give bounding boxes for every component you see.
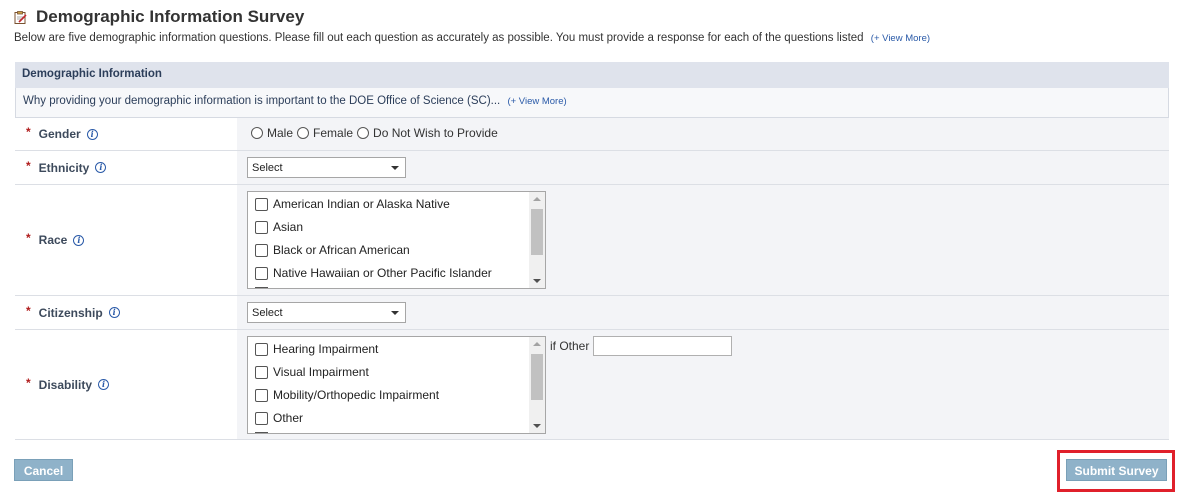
race-option-label: Asian — [273, 220, 304, 234]
citizenship-field-cell: Select — [237, 296, 1169, 329]
required-marker: * — [26, 375, 31, 390]
info-icon[interactable]: i — [95, 162, 107, 173]
disability-option-label: Other — [273, 411, 304, 425]
checkbox[interactable] — [255, 388, 268, 402]
race-option-asian[interactable]: Asian — [255, 220, 303, 234]
disability-label: Disability — [38, 377, 93, 392]
intro-view-more-link[interactable]: (+ View More) — [871, 33, 930, 44]
scroll-up-arrow-icon[interactable] — [533, 342, 541, 346]
required-marker: * — [26, 303, 31, 318]
disability-row: * Disability i Hearing Impairment Visual… — [15, 330, 1169, 440]
checkbox[interactable] — [255, 266, 268, 280]
gender-field-cell: Male Female Do Not Wish to Provide — [237, 118, 1169, 150]
required-marker: * — [26, 231, 31, 245]
race-label-cell: * Race i — [15, 185, 237, 295]
ethnicity-field-cell: Select — [237, 151, 1169, 184]
disability-option-visual[interactable]: Visual Impairment — [255, 365, 369, 379]
gender-option-male[interactable]: Male — [251, 126, 293, 140]
info-icon[interactable]: i — [86, 128, 98, 140]
info-icon[interactable]: i — [73, 234, 85, 246]
gender-option-label: Female — [313, 126, 354, 140]
checkbox[interactable] — [255, 287, 268, 288]
required-marker: * — [26, 158, 31, 173]
required-marker: * — [26, 125, 31, 139]
race-option-label: Native Hawaiian or Other Pacific Islande… — [273, 266, 492, 280]
disability-option-label: Mobility/Orthopedic Impairment — [273, 388, 440, 402]
checkbox[interactable] — [255, 243, 268, 257]
if-other-label: if Other — [550, 339, 590, 353]
disability-field-cell: Hearing Impairment Visual Impairment Mob… — [237, 330, 1169, 439]
disability-scrollbar[interactable] — [529, 337, 545, 433]
race-option-label: American Indian or Alaska Native — [273, 197, 450, 211]
ethnicity-label-cell: * Ethnicity i — [15, 151, 237, 184]
citizenship-label-cell: * Citizenship i — [15, 296, 237, 329]
race-option-black[interactable]: Black or African American — [255, 243, 410, 257]
checkbox[interactable] — [255, 197, 268, 211]
radio-button[interactable] — [357, 127, 370, 139]
citizenship-select[interactable]: Select — [247, 302, 406, 323]
gender-radio-group: Male Female Do Not Wish to Provide — [251, 126, 502, 140]
section-view-more-link[interactable]: (+ View More) — [507, 96, 566, 107]
info-icon[interactable]: i — [108, 307, 120, 318]
disability-option-label: Hearing Impairment — [273, 342, 379, 356]
disability-listbox[interactable]: Hearing Impairment Visual Impairment Mob… — [247, 336, 546, 434]
demographic-panel: Demographic Information Why providing yo… — [15, 62, 1169, 440]
disability-option-other[interactable]: Other — [255, 411, 303, 425]
race-option-label: Black or African American — [273, 243, 410, 257]
citizenship-label: Citizenship — [38, 305, 103, 320]
radio-button[interactable] — [251, 127, 263, 139]
scroll-down-arrow-icon[interactable] — [533, 279, 541, 283]
if-other-input[interactable] — [593, 336, 732, 356]
checkbox[interactable] — [255, 220, 268, 234]
section-title: Demographic Information — [15, 62, 1169, 88]
intro-text: Below are five demographic information q… — [14, 32, 864, 44]
chevron-down-icon — [391, 311, 399, 315]
scroll-thumb[interactable] — [531, 354, 543, 400]
submit-survey-button[interactable]: Submit Survey — [1066, 459, 1167, 481]
disability-option-label: Visual Impairment — [273, 365, 369, 379]
ethnicity-label: Ethnicity — [38, 160, 90, 175]
checkbox[interactable] — [255, 432, 268, 433]
gender-label: Gender — [38, 127, 81, 141]
section-subtitle-bar: Why providing your demographic informati… — [15, 88, 1169, 118]
survey-title: Demographic Information Survey — [14, 6, 304, 28]
intro-text-line: Below are five demographic information q… — [14, 32, 930, 44]
race-scrollbar[interactable] — [529, 192, 545, 288]
info-icon[interactable]: i — [98, 379, 110, 390]
chevron-down-icon — [391, 166, 399, 170]
gender-option-do-not-wish[interactable]: Do Not Wish to Provide — [357, 126, 498, 140]
gender-option-label: Male — [267, 126, 294, 140]
disability-label-cell: * Disability i — [15, 330, 237, 439]
race-row: * Race i American Indian or Alaska Nativ… — [15, 185, 1169, 296]
checkbox[interactable] — [255, 342, 268, 356]
checkbox[interactable] — [255, 365, 268, 379]
race-field-cell: American Indian or Alaska Native Asian B… — [237, 185, 1169, 295]
scroll-down-arrow-icon[interactable] — [533, 424, 541, 428]
disability-option-mobility[interactable]: Mobility/Orthopedic Impairment — [255, 388, 439, 402]
citizenship-row: * Citizenship i Select — [15, 296, 1169, 330]
survey-clipboard-icon — [14, 10, 27, 24]
scroll-up-arrow-icon[interactable] — [533, 197, 541, 201]
gender-option-female[interactable]: Female — [297, 126, 353, 140]
page-title: Demographic Information Survey — [36, 7, 305, 26]
radio-button[interactable] — [297, 127, 310, 139]
section-subtitle: Why providing your demographic informati… — [23, 95, 501, 107]
scroll-thumb[interactable] — [531, 209, 543, 255]
cancel-button[interactable]: Cancel — [14, 459, 73, 481]
ethnicity-row: * Ethnicity i Select — [15, 151, 1169, 185]
gender-option-label: Do Not Wish to Provide — [373, 126, 498, 140]
citizenship-select-value: Select — [252, 307, 283, 319]
race-option-native-hawaiian[interactable]: Native Hawaiian or Other Pacific Islande… — [255, 266, 492, 280]
race-label: Race — [38, 233, 68, 247]
race-option-american-indian[interactable]: American Indian or Alaska Native — [255, 197, 450, 211]
disability-option-hearing[interactable]: Hearing Impairment — [255, 342, 378, 356]
gender-row: * Gender i Male Female Do Not Wish to Pr… — [15, 118, 1169, 151]
ethnicity-select-value: Select — [252, 162, 283, 174]
race-listbox[interactable]: American Indian or Alaska Native Asian B… — [247, 191, 546, 289]
ethnicity-select[interactable]: Select — [247, 157, 406, 178]
gender-label-cell: * Gender i — [15, 118, 237, 150]
checkbox[interactable] — [255, 411, 268, 425]
